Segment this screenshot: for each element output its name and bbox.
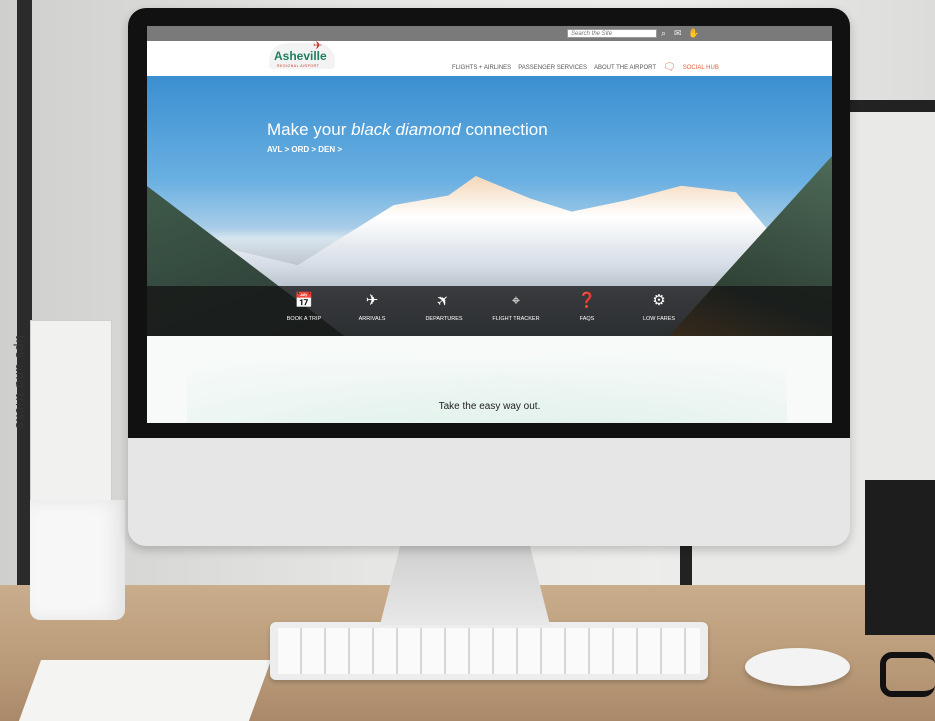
quick-link-faqs[interactable]: ❓ FAQS	[552, 292, 622, 322]
calendar-icon: 📅	[294, 292, 314, 309]
mail-icon[interactable]: ✉	[674, 28, 682, 39]
mouse	[745, 648, 850, 686]
keyboard	[270, 622, 708, 680]
book	[30, 320, 112, 522]
quick-link-flight-tracker[interactable]: ⌖ FLIGHT TRACKER	[481, 292, 551, 322]
quick-link-departures[interactable]: ✈ DEPARTURES	[409, 290, 479, 322]
quick-link-arrivals[interactable]: ✈ ARRIVALS	[337, 292, 407, 322]
quick-link-low-fares[interactable]: ⚙ LOW FARES	[624, 292, 694, 322]
hero-route[interactable]: AVL > ORD > DEN >	[267, 145, 342, 154]
book-spine-text: tips and tricks	[13, 335, 28, 430]
cup	[30, 500, 125, 620]
nav-flights-airlines[interactable]: FLIGHTS + AIRLINES	[452, 65, 511, 71]
tagline: Take the easy way out.	[438, 401, 541, 412]
map-pin-icon: ⌖	[511, 292, 521, 309]
quick-link-book-trip[interactable]: 📅 BOOK A TRIP	[269, 292, 339, 322]
pen-holder	[865, 480, 935, 635]
top-utility-bar: Search the Site ⌕ ✉ ✋	[147, 26, 832, 41]
monitor-stand	[380, 545, 550, 625]
plane-departing-icon: ✈	[432, 290, 454, 312]
logo-subtitle: REGIONAL AIRPORT	[277, 64, 320, 68]
nav-social-hub[interactable]: SOCIAL HUB	[683, 65, 719, 71]
nav-about-airport[interactable]: ABOUT THE AIRPORT	[594, 65, 656, 71]
website-screen: Search the Site ⌕ ✉ ✋ ✈ Asheville REGION…	[147, 26, 832, 423]
main-nav: FLIGHTS + AIRLINES PASSENGER SERVICES AB…	[452, 62, 719, 73]
question-icon: ❓	[577, 292, 597, 309]
chat-icon: 🗨	[663, 62, 676, 73]
search-icon[interactable]: ⌕	[661, 28, 666, 39]
site-header: ✈ Asheville REGIONAL AIRPORT FLIGHTS + A…	[147, 40, 832, 76]
nav-passenger-services[interactable]: PASSENGER SERVICES	[518, 65, 587, 71]
tagline-section: Take the easy way out.	[147, 336, 832, 423]
plane-arriving-icon: ✈	[365, 292, 379, 309]
search-input[interactable]: Search the Site	[567, 29, 657, 38]
quick-links-bar: 📅 BOOK A TRIP ✈ ARRIVALS ✈ DEPARTURES ⌖ …	[147, 286, 832, 336]
glasses	[880, 652, 935, 697]
logo-name: Asheville	[274, 49, 327, 63]
site-logo[interactable]: ✈ Asheville REGIONAL AIRPORT	[269, 37, 339, 75]
hero-title: Make your black diamond connection	[267, 120, 548, 139]
paper-sheet	[18, 660, 272, 721]
badge-icon: ⚙	[652, 292, 666, 309]
hand-icon[interactable]: ✋	[688, 28, 699, 39]
